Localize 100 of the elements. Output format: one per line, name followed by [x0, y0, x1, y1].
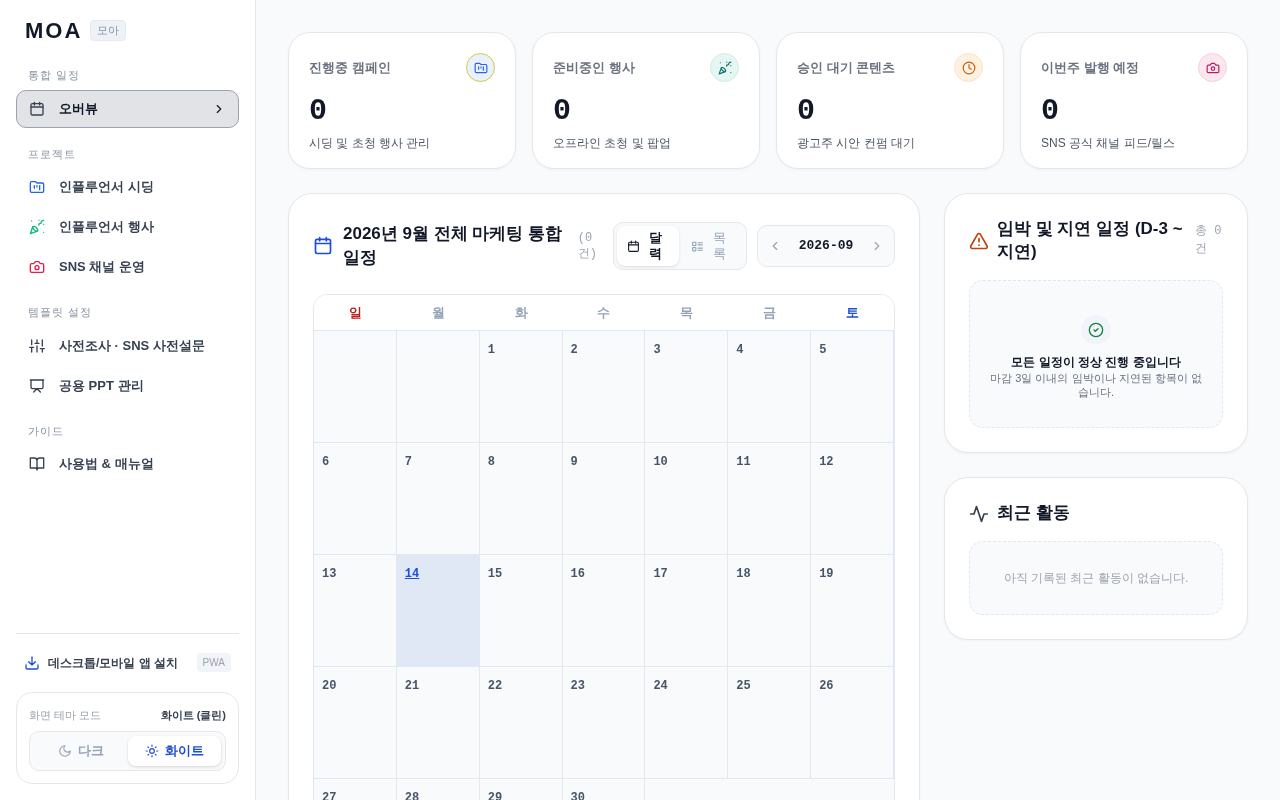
day-number: 22	[487, 679, 503, 693]
day-number: 7	[404, 455, 413, 469]
day-cell[interactable]: 23	[562, 667, 646, 779]
stat-value: 0	[309, 96, 328, 126]
install-link[interactable]: 데스크톱/모바일 앱 설치	[48, 653, 189, 672]
weekday-header: 금	[728, 295, 812, 331]
day-cell[interactable]: 8	[479, 443, 563, 555]
stat-caption: 시딩 및 초청 행사 관리	[309, 135, 432, 152]
day-cell[interactable]: 19	[811, 555, 894, 667]
nav-item[interactable]: 인플루언서 행사	[16, 208, 239, 246]
weekday-header: 월	[396, 295, 480, 331]
day-cell[interactable]: 9	[562, 443, 646, 555]
day-cell[interactable]: 26	[811, 667, 894, 779]
day-cell[interactable]: 17	[645, 555, 729, 667]
day-number: 21	[404, 679, 420, 693]
calendar-title: 2026년 9월 전체 마케팅 통합 일정	[343, 223, 564, 269]
day-cell[interactable]: 3	[645, 331, 729, 443]
month-label: 2026-09	[798, 237, 854, 255]
section-label: 템플릿 설정	[28, 305, 94, 320]
day-cell[interactable]: 13	[314, 555, 397, 667]
day-number: 13	[322, 567, 337, 581]
day-number: 24	[653, 679, 668, 693]
day-cell[interactable]: 2	[562, 331, 646, 443]
weekday-header: 일	[314, 295, 397, 331]
day-number: 17	[653, 567, 668, 581]
activity-icon	[969, 503, 989, 524]
moon-icon	[57, 744, 72, 758]
day-number: 26	[819, 679, 834, 693]
stat-title: 준비중인 행사	[553, 58, 635, 77]
stat-caption: SNS 공식 채널 피드/릴스	[1041, 135, 1176, 152]
activity-title: 최근 활동	[997, 502, 1070, 525]
day-cell[interactable]: 7	[396, 443, 480, 555]
calendar-icon	[627, 239, 640, 253]
nav-item[interactable]: SNS 채널 운영	[16, 248, 239, 286]
day-cell[interactable]: 4	[728, 331, 812, 443]
party-popper-icon	[29, 219, 45, 235]
day-number: 9	[570, 455, 578, 469]
day-cell[interactable]: 10	[645, 443, 729, 555]
day-cell[interactable]: 24	[645, 667, 729, 779]
book-icon	[29, 456, 45, 472]
theme-option[interactable]: 화이트	[127, 736, 221, 766]
section-label: 통합 일정	[28, 68, 82, 83]
clock-icon	[961, 60, 976, 75]
theme-label: 화면 테마 모드	[29, 707, 102, 723]
deadline-count: 총 0 건	[1195, 223, 1223, 258]
warning-icon	[969, 230, 989, 251]
sliders-icon	[29, 337, 45, 354]
day-cell[interactable]: 20	[314, 667, 397, 779]
folder-icon	[473, 60, 488, 75]
day-number: 3	[653, 343, 661, 357]
stat-value: 0	[553, 96, 572, 126]
day-number: 5	[819, 343, 827, 357]
day-cell[interactable]: 15	[479, 555, 563, 667]
check-circle-icon	[1088, 321, 1104, 338]
weekday-header: 화	[479, 295, 563, 331]
calendar-icon	[313, 236, 333, 256]
day-cell[interactable]: 5	[811, 331, 894, 443]
nav-item[interactable]: 공용 PPT 관리	[16, 366, 239, 405]
section-label: 가이드	[28, 423, 65, 439]
nav-item[interactable]: 사전조사 · SNS 사전설문	[16, 326, 239, 365]
pwa-badge: PWA	[196, 653, 231, 672]
day-number: 2	[570, 343, 578, 357]
nav-item[interactable]: 사용법 & 매뉴얼	[16, 445, 239, 483]
camera-icon	[29, 259, 45, 275]
stat-title: 이번주 발행 예정	[1041, 58, 1140, 77]
day-number: 11	[736, 455, 751, 469]
day-cell[interactable]: 11	[728, 443, 812, 555]
day-cell[interactable]: 18	[728, 555, 812, 667]
day-cell[interactable]: 14	[396, 555, 480, 667]
day-cell[interactable]: 1	[479, 331, 563, 443]
sun-icon	[144, 744, 159, 758]
day-number: 16	[570, 567, 585, 581]
day-number: 18	[736, 567, 751, 581]
stat-value: 0	[797, 96, 816, 126]
empty-state-text: 마감 3일 이내의 임박이나 지연된 항목이 없습니다.	[990, 370, 1202, 400]
day-number: 4	[736, 343, 744, 357]
nav-item[interactable]: 인플루언서 시딩	[16, 168, 239, 206]
day-cell[interactable]: 25	[728, 667, 812, 779]
day-number: 25	[736, 679, 751, 693]
day-cell[interactable]: 16	[562, 555, 646, 667]
section-label: 프로젝트	[28, 146, 77, 162]
logo-badge: 모아	[90, 20, 127, 41]
empty-state-title: 모든 일정이 정상 진행 중입니다	[1011, 353, 1181, 371]
day-number: 1	[487, 343, 495, 357]
day-cell[interactable]: 21	[396, 667, 480, 779]
nav-item[interactable]: 오버뷰	[16, 89, 239, 128]
folder-icon	[29, 179, 45, 195]
day-cell[interactable]: 22	[479, 667, 563, 779]
day-number: 8	[487, 455, 495, 469]
day-cell[interactable]: 6	[314, 443, 397, 555]
download-icon	[24, 654, 40, 671]
view-tab[interactable]: 달력	[617, 226, 679, 266]
day-cell[interactable]: 12	[811, 443, 894, 555]
weekday-header: 토	[811, 295, 894, 331]
presentation-icon	[29, 377, 45, 394]
stat-title: 진행중 캠페인	[309, 58, 391, 77]
stat-caption: 오프라인 초청 및 팝업	[553, 135, 672, 152]
empty-state-text: 아직 기록된 최근 활동이 없습니다.	[1003, 570, 1189, 588]
deadline-title: 임박 및 지연 일정 (D-3 ~ 지연)	[997, 218, 1184, 263]
day-number: 14	[404, 567, 420, 581]
